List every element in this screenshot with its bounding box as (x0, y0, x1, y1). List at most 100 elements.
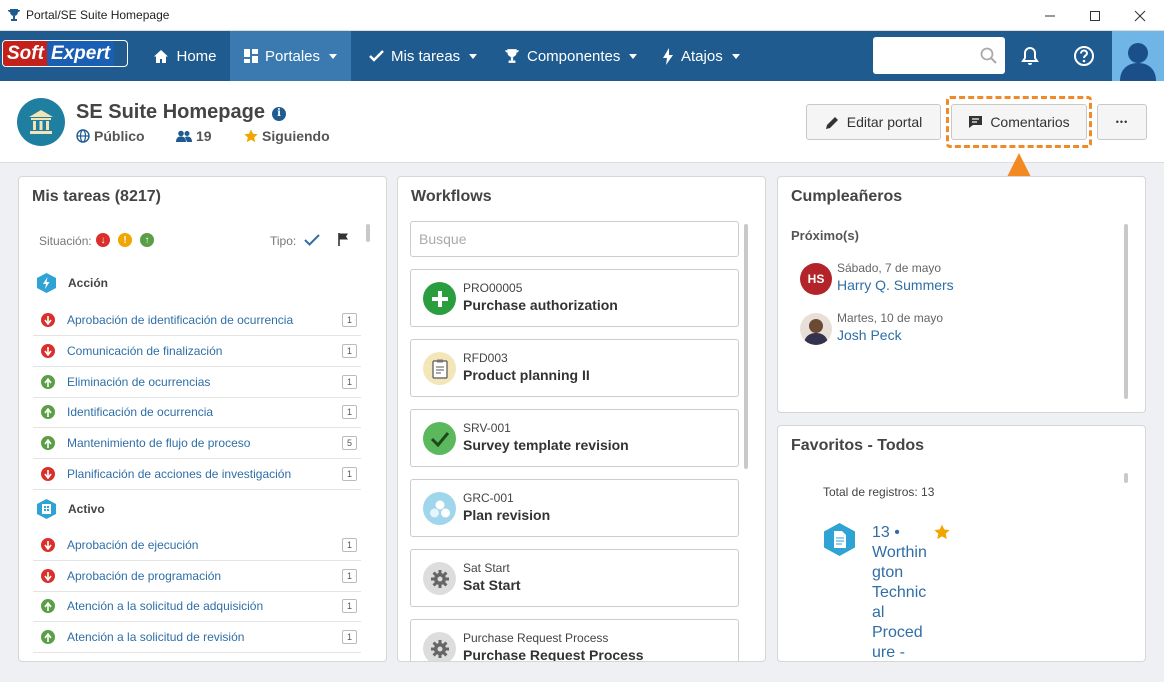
favorites-card: Favoritos - Todos Total de registros: 13… (777, 425, 1146, 662)
visibility-indicator: Público (76, 128, 145, 144)
task-label: Aprobación de ejecución (67, 538, 199, 552)
softexpert-logo[interactable]: Soft Expert (2, 40, 128, 67)
nav-portales[interactable]: Portales (230, 31, 351, 81)
late-status-icon (41, 344, 55, 358)
following-toggle[interactable]: Siguiendo (244, 128, 330, 144)
notification-bell-icon[interactable] (1017, 43, 1043, 69)
task-label: Mantenimiento de flujo de proceso (67, 436, 251, 450)
checkmark-icon[interactable] (304, 233, 320, 247)
task-count: 1 (342, 344, 357, 358)
workflow-item[interactable]: PRO00005 Purchase authorization (410, 269, 739, 327)
task-row[interactable]: Identificación de ocurrencia 1 (33, 397, 361, 428)
task-label: Comunicación de finalización (67, 344, 223, 358)
task-row[interactable]: Atención a la solicitud de revisión 1 (33, 622, 361, 653)
nav-componentes[interactable]: Componentes (504, 31, 638, 81)
nav-home-label: Home (176, 47, 217, 65)
tasks-title: Mis tareas (8217) (32, 188, 161, 205)
bank-icon (17, 98, 65, 146)
network-icon (423, 492, 456, 525)
birthday-item[interactable]: HS Sábado, 7 de mayo Harry Q. Summers (800, 259, 1100, 299)
task-count: 1 (342, 313, 357, 327)
users-icon (176, 130, 192, 142)
tasks-card: Mis tareas (8217) Situación: ↓ ! ↑ Tipo:… (18, 176, 387, 662)
flag-icon[interactable] (337, 232, 351, 246)
favorites-scrollbar[interactable] (1124, 473, 1128, 483)
workflow-item[interactable]: RFD003 Product planning II (410, 339, 739, 397)
birthdays-subtitle: Próximo(s) (791, 228, 859, 243)
edit-portal-button[interactable]: Editar portal (806, 104, 941, 140)
followers-label: 19 (196, 128, 212, 144)
birthdays-scrollbar[interactable] (1124, 224, 1128, 399)
star-icon[interactable] (934, 524, 950, 540)
task-count: 1 (342, 467, 357, 481)
ontime-status-icon (41, 599, 55, 613)
edit-portal-label: Editar portal (846, 114, 923, 130)
ontime-status-icon (41, 405, 55, 419)
workflow-code: PRO00005 (463, 281, 523, 295)
favorite-item-link[interactable]: 13 • Worthin gton Technic al Proced ure … (872, 523, 927, 661)
nav-mis-tareas[interactable]: Mis tareas (369, 31, 478, 81)
task-row[interactable]: Eliminación de ocurrencias 1 (33, 367, 361, 398)
situation-label: Situación: (39, 234, 92, 248)
filter-warning-icon[interactable]: ! (118, 233, 132, 247)
task-label: Aprobación de programación (67, 569, 222, 583)
workflow-item[interactable]: SRV-001 Survey template revision (410, 409, 739, 467)
workflows-scrollbar[interactable] (744, 224, 748, 469)
workflows-title: Workflows (411, 188, 492, 205)
top-navbar: Soft Expert Home Portales Mis tareas Com… (0, 31, 1164, 81)
task-row[interactable]: Aprobación de ejecución 1 (33, 530, 361, 561)
chevron-down-icon (329, 53, 338, 59)
filter-ontime-icon[interactable]: ↑ (140, 233, 154, 247)
logo-soft: Soft (3, 41, 47, 66)
nav-portales-label: Portales (264, 47, 321, 65)
workflow-item[interactable]: GRC-001 Plan revision (410, 479, 739, 537)
task-count: 1 (342, 538, 357, 552)
chevron-down-icon (469, 53, 478, 59)
task-row[interactable]: Aprobación de programación 1 (33, 561, 361, 592)
tasks-scrollbar[interactable] (366, 224, 370, 242)
clipboard-icon (423, 352, 456, 385)
user-avatar[interactable] (1112, 31, 1164, 81)
following-label: Siguiendo (262, 128, 330, 144)
task-label: Eliminación de ocurrencias (67, 375, 211, 389)
nav-atajos-label: Atajos (681, 47, 723, 65)
workflow-name: Purchase authorization (463, 297, 618, 313)
task-row[interactable]: Atención a la solicitud de adquisición 1 (33, 591, 361, 622)
task-row[interactable]: Comunicación de finalización 1 (33, 336, 361, 367)
birthday-date: Martes, 10 de mayo (837, 311, 944, 325)
task-label: Atención a la solicitud de adquisición (67, 599, 264, 613)
task-row[interactable]: Planificación de acciones de investigaci… (33, 459, 361, 490)
more-options-button[interactable]: ••• (1097, 104, 1147, 140)
workflow-search-input[interactable]: Busque (410, 221, 739, 257)
help-icon[interactable] (1071, 43, 1097, 69)
workflow-item[interactable]: Purchase Request Process Purchase Reques… (410, 619, 739, 662)
birthday-item[interactable]: Martes, 10 de mayo Josh Peck (800, 309, 1100, 349)
task-label: Atención a la solicitud de revisión (67, 630, 245, 644)
task-label: Planificación de acciones de investigaci… (67, 467, 292, 481)
document-hex-icon (824, 523, 855, 556)
minimize-button[interactable] (1027, 0, 1073, 31)
task-row[interactable]: Mantenimiento de flujo de proceso 5 (33, 428, 361, 459)
window-titlebar: Portal/SE Suite Homepage (0, 0, 1164, 31)
globe-icon (76, 129, 90, 143)
birthday-name: Josh Peck (837, 327, 902, 343)
filter-late-icon[interactable]: ↓ (96, 233, 110, 247)
task-group-activo: Activo (37, 499, 105, 519)
followers-count[interactable]: 19 (176, 128, 212, 144)
workflow-name: Plan revision (463, 507, 551, 523)
info-icon[interactable]: i (272, 107, 286, 121)
workflows-card: Workflows Busque PRO00005 Purchase autho… (397, 176, 766, 662)
workflow-name: Purchase Request Process (463, 647, 644, 662)
global-search-input[interactable] (873, 37, 1005, 74)
nav-componentes-label: Componentes (527, 47, 621, 65)
maximize-button[interactable] (1072, 0, 1118, 31)
nav-home[interactable]: Home (141, 31, 229, 81)
ontime-status-icon (41, 436, 55, 450)
task-row[interactable]: Aprobación de identificación de ocurrenc… (33, 305, 361, 336)
workflow-item[interactable]: Sat Start Sat Start (410, 549, 739, 607)
close-button[interactable] (1117, 0, 1163, 31)
nav-atajos[interactable]: Atajos (662, 31, 740, 81)
workflow-name: Product planning II (463, 367, 590, 383)
type-label: Tipo: (270, 234, 297, 248)
favorites-title: Favoritos - Todos (791, 437, 925, 454)
